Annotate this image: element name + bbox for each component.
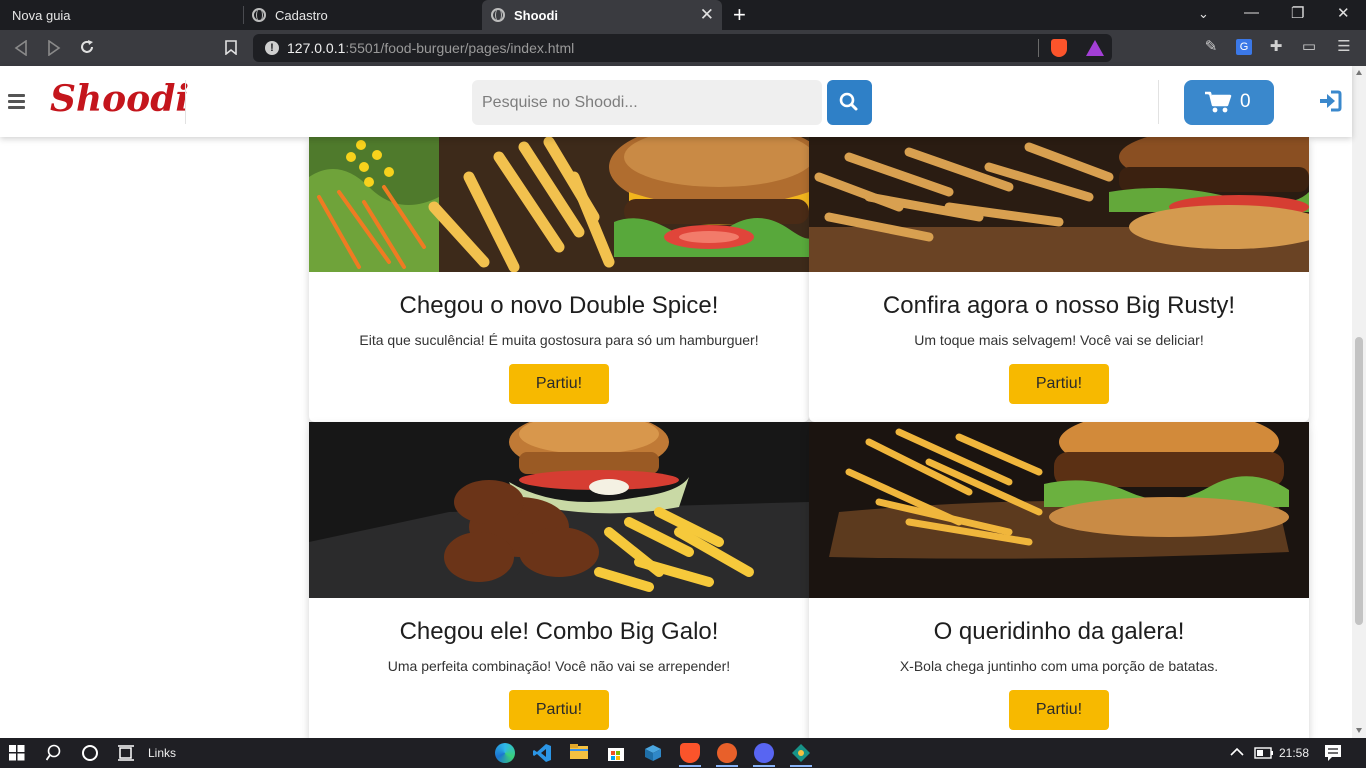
url-text[interactable]: 127.0.0.1:5501/food-burguer/pages/index.… bbox=[287, 40, 574, 56]
header-divider bbox=[185, 80, 186, 124]
card-title: O queridinho da galera! bbox=[933, 618, 1185, 645]
card-text: Eita que suculência! É muita gostosura p… bbox=[359, 332, 759, 348]
browser-toolbar: ! 127.0.0.1:5501/food-burguer/pages/inde… bbox=[0, 30, 1366, 66]
cart-count: 0 bbox=[1240, 91, 1251, 112]
product-card: Chegou o novo Double Spice! Eita que suc… bbox=[309, 137, 809, 422]
site-info-icon[interactable]: ! bbox=[265, 41, 279, 55]
reload-icon[interactable] bbox=[79, 39, 95, 55]
active-app-indicator bbox=[753, 765, 775, 767]
brave-rewards-icon[interactable] bbox=[1086, 40, 1104, 56]
show-hidden-icons-chevron[interactable] bbox=[1230, 747, 1250, 767]
links-toolbar-label[interactable]: Links bbox=[148, 746, 176, 760]
header-divider bbox=[1158, 80, 1159, 124]
sign-in-icon[interactable] bbox=[1318, 90, 1342, 112]
edge-icon[interactable] bbox=[495, 743, 515, 763]
new-tab-button[interactable]: + bbox=[733, 3, 746, 27]
bookmark-icon[interactable] bbox=[225, 40, 237, 55]
restore-button[interactable]: ❐ bbox=[1291, 4, 1304, 24]
forward-icon[interactable] bbox=[47, 40, 61, 56]
card-body: O queridinho da galera! X-Bola chega jun… bbox=[809, 598, 1309, 730]
card-title: Chegou ele! Combo Big Galo! bbox=[399, 618, 719, 645]
tab-title: Nova guia bbox=[12, 7, 71, 23]
double-spice-burger-image bbox=[309, 137, 809, 272]
search-icon bbox=[839, 92, 858, 111]
partiu-button[interactable]: Partiu! bbox=[1009, 690, 1109, 730]
active-app-indicator bbox=[679, 765, 701, 767]
notification-center-icon[interactable] bbox=[1324, 744, 1344, 764]
tab-title: Cadastro bbox=[275, 7, 328, 23]
system-clock[interactable]: 21:58 bbox=[1279, 746, 1309, 760]
combo-big-galo-image bbox=[309, 422, 809, 598]
windows-taskbar: Links 21:58 bbox=[0, 738, 1366, 768]
brave-shields-icon[interactable] bbox=[1051, 39, 1067, 57]
product-card: Confira agora o nosso Big Rusty! Um toqu… bbox=[809, 137, 1309, 422]
virtualbox-icon[interactable] bbox=[643, 743, 663, 763]
discord-icon[interactable] bbox=[754, 743, 774, 763]
site-header: Shoodi 0 bbox=[0, 66, 1352, 137]
task-view-icon[interactable] bbox=[117, 745, 137, 765]
address-bar[interactable]: ! 127.0.0.1:5501/food-burguer/pages/inde… bbox=[253, 34, 1112, 62]
shopping-cart-icon bbox=[1205, 91, 1232, 113]
translate-extension-icon[interactable]: G bbox=[1236, 39, 1252, 55]
card-title: Chegou o novo Double Spice! bbox=[399, 292, 719, 319]
x-bola-burger-image bbox=[809, 422, 1309, 598]
active-app-indicator bbox=[790, 765, 812, 767]
windows-start-icon[interactable] bbox=[9, 745, 29, 765]
card-title: Confira agora o nosso Big Rusty! bbox=[882, 292, 1236, 319]
menu-icon[interactable]: ☰ bbox=[1336, 39, 1352, 55]
browser-tab-bar: Nova guia Cadastro Shoodi ✕ + ⌄ — ❐ ✕ bbox=[0, 0, 1366, 30]
search-icon[interactable] bbox=[46, 744, 66, 764]
wallet-icon[interactable]: ▭ bbox=[1301, 39, 1317, 55]
extensions-puzzle-icon[interactable]: ✚ bbox=[1268, 39, 1284, 55]
active-app-indicator bbox=[716, 765, 738, 767]
tab-search-chevron-icon[interactable]: ⌄ bbox=[1198, 4, 1209, 24]
search-button[interactable] bbox=[827, 80, 872, 125]
cart-button[interactable]: 0 bbox=[1184, 80, 1274, 125]
close-window-button[interactable]: ✕ bbox=[1337, 4, 1350, 24]
cortana-icon[interactable] bbox=[81, 744, 101, 764]
tab-divider bbox=[243, 6, 244, 24]
card-body: Confira agora o nosso Big Rusty! Um toqu… bbox=[809, 272, 1309, 404]
brave-browser-icon[interactable] bbox=[680, 743, 700, 763]
globe-icon bbox=[252, 8, 266, 22]
site-logo[interactable]: Shoodi bbox=[50, 78, 189, 120]
close-tab-icon[interactable]: ✕ bbox=[700, 6, 714, 24]
minimize-button[interactable]: — bbox=[1244, 3, 1259, 23]
card-body: Chegou o novo Double Spice! Eita que suc… bbox=[309, 272, 809, 404]
scroll-up-icon[interactable] bbox=[1356, 70, 1362, 75]
globe-icon bbox=[491, 8, 505, 22]
tab-title: Shoodi bbox=[514, 7, 559, 23]
card-text: X-Bola chega juntinho com uma porção de … bbox=[899, 658, 1219, 674]
product-card: O queridinho da galera! X-Bola chega jun… bbox=[809, 422, 1309, 738]
partiu-button[interactable]: Partiu! bbox=[509, 364, 609, 404]
tab-nova-guia[interactable]: Nova guia bbox=[12, 0, 71, 30]
scroll-down-icon[interactable] bbox=[1356, 728, 1362, 733]
back-icon[interactable] bbox=[14, 40, 28, 56]
big-rusty-burger-image bbox=[809, 137, 1309, 272]
tab-shoodi[interactable]: Shoodi ✕ bbox=[482, 0, 722, 30]
gitkraken-icon[interactable] bbox=[791, 743, 811, 763]
battery-icon[interactable] bbox=[1254, 747, 1274, 767]
scrollbar-thumb[interactable] bbox=[1352, 334, 1366, 628]
postman-icon[interactable] bbox=[717, 743, 737, 763]
search-input[interactable] bbox=[472, 80, 822, 125]
address-bar-divider bbox=[1038, 39, 1039, 57]
vscode-icon[interactable] bbox=[532, 743, 552, 763]
partiu-button[interactable]: Partiu! bbox=[1009, 364, 1109, 404]
partiu-button[interactable]: Partiu! bbox=[509, 690, 609, 730]
hamburger-menu-icon[interactable] bbox=[8, 94, 25, 112]
card-body: Chegou ele! Combo Big Galo! Uma perfeita… bbox=[309, 598, 809, 730]
card-text: Um toque mais selvagem! Você vai se deli… bbox=[914, 332, 1204, 348]
product-card: Chegou ele! Combo Big Galo! Uma perfeita… bbox=[309, 422, 809, 738]
microsoft-store-icon[interactable] bbox=[606, 743, 626, 763]
file-explorer-icon[interactable] bbox=[569, 743, 589, 763]
tab-cadastro[interactable]: Cadastro bbox=[252, 0, 328, 30]
card-text: Uma perfeita combinação! Você não vai se… bbox=[387, 658, 731, 674]
pen-extension-icon[interactable]: ✎ bbox=[1203, 39, 1219, 55]
